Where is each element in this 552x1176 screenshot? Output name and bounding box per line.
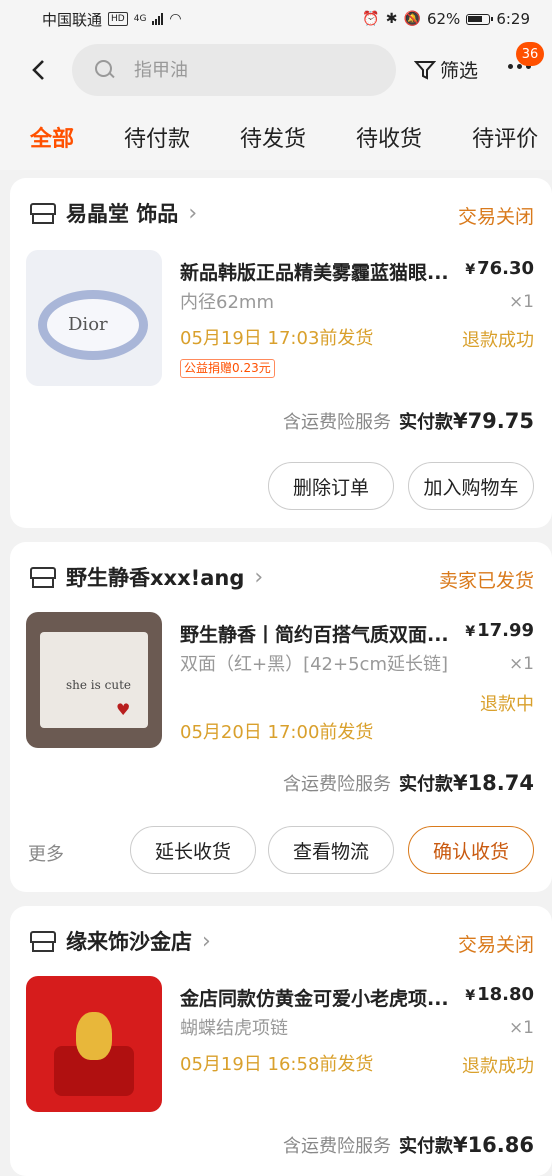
- shop-icon: [28, 565, 56, 589]
- ship-deadline: 05月20日 17:00前发货: [180, 722, 374, 743]
- mute-icon: 🔕: [403, 11, 421, 27]
- confirm-receipt-button[interactable]: 确认收货: [408, 826, 534, 874]
- refund-status: 退款成功: [462, 330, 534, 351]
- total-row: 含运费险服务 实付款 ¥16.86: [283, 1132, 534, 1158]
- bluetooth-icon: ✱: [385, 11, 398, 27]
- carrier-label: 中国联通: [42, 10, 103, 29]
- store-name[interactable]: 野生静香xxx!ang: [66, 562, 244, 592]
- total-row: 含运费险服务 实付款 ¥18.74: [283, 770, 534, 796]
- product-thumbnail[interactable]: Dior: [26, 250, 162, 386]
- dot-icon: [517, 64, 522, 69]
- search-box[interactable]: [72, 44, 396, 96]
- store-name[interactable]: 缘来饰沙金店: [66, 926, 192, 956]
- add-to-cart-button[interactable]: 加入购物车: [408, 462, 534, 510]
- shop-icon: [28, 201, 56, 225]
- shipping-insurance-label: 含运费险服务: [282, 412, 391, 433]
- status-left: 中国联通 HD 4G ◠: [42, 9, 182, 30]
- chevron-right-icon: ›: [254, 564, 264, 590]
- product-spec: 双面（红+黑）[42+5cm延长链]: [180, 654, 448, 675]
- extend-receipt-button[interactable]: 延长收货: [130, 826, 256, 874]
- product-price: ¥17.99: [465, 620, 534, 641]
- tiger-pendant-image: [76, 1012, 112, 1060]
- paid-label: 实付款: [398, 774, 453, 795]
- top-bar: 筛选 36: [0, 38, 552, 104]
- battery-icon: [466, 13, 494, 25]
- refund-status: 退款中: [480, 694, 534, 715]
- chevron-right-icon: ›: [202, 928, 211, 954]
- chevron-left-icon: [32, 60, 44, 80]
- thumb-label: Dior: [68, 314, 108, 335]
- product-qty: ×1: [508, 292, 534, 312]
- product-spec: 内径62mm: [180, 292, 274, 313]
- hd-icon: HD: [108, 12, 128, 26]
- product-title[interactable]: 野生静香丨简约百搭气质双面...: [180, 620, 460, 647]
- search-input[interactable]: [132, 58, 376, 82]
- product-title[interactable]: 新品韩版正品精美雾霾蓝猫眼...: [180, 258, 460, 285]
- price-value: 17.99: [477, 620, 534, 641]
- product-qty: ×1: [508, 654, 534, 674]
- product-thumbnail[interactable]: [26, 976, 162, 1112]
- paid-amount: ¥16.86: [452, 1133, 534, 1157]
- paid-amount: ¥79.75: [452, 409, 534, 433]
- store-row[interactable]: 易晶堂 饰品 ›: [28, 198, 197, 228]
- product-thumbnail[interactable]: she is cute ♥: [26, 612, 162, 748]
- order-status: 卖家已发货: [438, 570, 534, 592]
- shipping-insurance-label: 含运费险服务: [282, 1136, 391, 1157]
- more-link[interactable]: 更多: [28, 840, 64, 866]
- charity-tag: 公益捐赠0.23元: [180, 359, 275, 378]
- order-status: 交易关闭: [457, 934, 534, 956]
- total-row: 含运费险服务 实付款 ¥79.75: [283, 408, 534, 434]
- product-title[interactable]: 金店同款仿黄金可爱小老虎项...: [180, 984, 460, 1011]
- refund-status: 退款成功: [462, 1056, 534, 1077]
- filter-button[interactable]: 筛选: [414, 56, 478, 83]
- paid-label: 实付款: [398, 412, 453, 433]
- store-name[interactable]: 易晶堂 饰品: [66, 198, 178, 228]
- heart-icon: ♥: [116, 700, 131, 719]
- filter-label: 筛选: [440, 60, 479, 82]
- back-button[interactable]: [24, 54, 52, 86]
- thumb-label: she is cute: [66, 678, 131, 692]
- filter-icon: [414, 60, 436, 80]
- shipping-insurance-label: 含运费险服务: [282, 774, 391, 795]
- price-value: 18.80: [477, 984, 534, 1005]
- chevron-right-icon: ›: [188, 200, 198, 226]
- store-row[interactable]: 野生静香xxx!ang ›: [28, 562, 263, 592]
- order-card[interactable]: 易晶堂 饰品 › 交易关闭 Dior 新品韩版正品精美雾霾蓝猫眼... ¥76.…: [10, 178, 552, 528]
- order-card[interactable]: 野生静香xxx!ang › 卖家已发货 she is cute ♥ 野生静香丨简…: [10, 542, 552, 892]
- tab-pending-review[interactable]: 待评价: [472, 121, 538, 153]
- alarm-icon: ⏰: [362, 11, 380, 27]
- product-price: ¥76.30: [465, 258, 534, 279]
- price-value: 76.30: [477, 258, 534, 279]
- view-logistics-button[interactable]: 查看物流: [268, 826, 394, 874]
- notification-badge: 36: [516, 42, 544, 66]
- ship-deadline: 05月19日 17:03前发货: [180, 328, 374, 349]
- shop-icon: [28, 929, 56, 953]
- tab-all[interactable]: 全部: [30, 121, 74, 153]
- order-tabs: 全部 待付款 待发货 待收货 待评价: [0, 104, 552, 170]
- dot-icon: [508, 64, 513, 69]
- tab-pending-receipt[interactable]: 待收货: [356, 121, 422, 153]
- status-bar: 中国联通 HD 4G ◠ ⏰ ✱ 🔕 62% 6:29: [0, 0, 552, 38]
- paid-label: 实付款: [398, 1136, 453, 1157]
- order-status: 交易关闭: [457, 206, 534, 228]
- signal-icon: [152, 13, 164, 25]
- clock: 6:29: [496, 10, 530, 28]
- tab-pending-payment[interactable]: 待付款: [124, 121, 190, 153]
- delete-order-button[interactable]: 删除订单: [268, 462, 394, 510]
- status-right: ⏰ ✱ 🔕 62% 6:29: [362, 10, 530, 28]
- order-card[interactable]: 缘来饰沙金店 › 交易关闭 金店同款仿黄金可爱小老虎项... ¥18.80 蝴蝶…: [10, 906, 552, 1176]
- network-label: 4G: [133, 14, 147, 24]
- paid-amount: ¥18.74: [452, 771, 534, 795]
- search-icon: [94, 59, 116, 81]
- store-row[interactable]: 缘来饰沙金店 ›: [28, 926, 211, 956]
- ship-deadline: 05月19日 16:58前发货: [180, 1054, 374, 1075]
- product-qty: ×1: [508, 1018, 534, 1038]
- product-price: ¥18.80: [465, 984, 534, 1005]
- tab-pending-shipment[interactable]: 待发货: [240, 121, 306, 153]
- product-spec: 蝴蝶结虎项链: [180, 1018, 288, 1039]
- wifi-icon: ◠: [169, 11, 182, 27]
- battery-percent: 62%: [426, 10, 461, 28]
